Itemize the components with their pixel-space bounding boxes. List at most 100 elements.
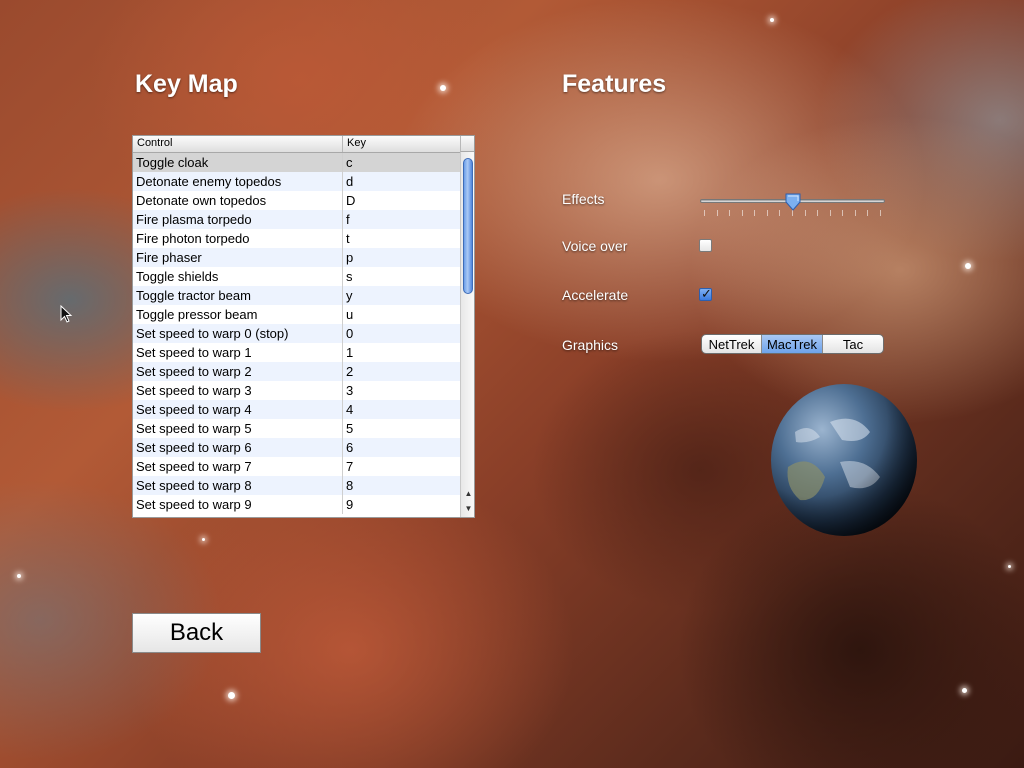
slider-ticks (704, 210, 881, 218)
key-cell: 9 (346, 497, 354, 512)
slider-tick (817, 210, 819, 216)
voice-over-checkbox[interactable] (699, 239, 712, 252)
table-row[interactable]: Set speed to warp 7 7 (133, 457, 460, 476)
control-cell: Set speed to warp 1 (136, 345, 252, 360)
control-cell: Detonate own topedos (136, 193, 267, 208)
key-cell: c (346, 155, 353, 170)
cell-divider (342, 267, 343, 286)
table-row[interactable]: Set speed to warp 6 6 (133, 438, 460, 457)
key-cell: 5 (346, 421, 354, 436)
mouse-cursor-icon (60, 305, 73, 323)
voice-over-label: Voice over (562, 238, 628, 254)
cell-divider (342, 495, 343, 514)
table-row[interactable]: Detonate enemy topedos d (133, 172, 460, 191)
star (965, 263, 971, 269)
control-cell: Set speed to warp 5 (136, 421, 252, 436)
table-row[interactable]: Toggle shields s (133, 267, 460, 286)
scroll-down-icon[interactable]: ▼ (464, 503, 473, 515)
planet-image (771, 384, 917, 536)
keymap-title: Key Map (135, 70, 238, 98)
accelerate-checkbox[interactable]: ✓ (699, 286, 712, 301)
table-row[interactable]: Set speed to warp 5 5 (133, 419, 460, 438)
cell-divider (342, 153, 343, 172)
vertical-scrollbar[interactable]: ▲ ▼ (460, 152, 474, 517)
table-row[interactable]: Fire phaser p (133, 248, 460, 267)
key-cell: s (346, 269, 353, 284)
keymap-table[interactable]: Control Key Toggle cloak c Detonate enemy … (132, 135, 475, 518)
table-row[interactable]: Set speed to warp 8 8 (133, 476, 460, 495)
graphics-option-mactrek[interactable]: MacTrek (762, 335, 823, 353)
control-cell: Set speed to warp 3 (136, 383, 252, 398)
control-cell: Fire photon torpedo (136, 231, 250, 246)
slider-tick (867, 210, 869, 216)
key-cell: D (346, 193, 356, 208)
cell-divider (342, 343, 343, 362)
key-cell: 2 (346, 364, 354, 379)
cell-divider (342, 438, 343, 457)
table-row[interactable]: Toggle cloak c (133, 153, 460, 172)
scrollbar-thumb[interactable] (463, 158, 473, 294)
cell-divider (342, 210, 343, 229)
table-row[interactable]: Set speed to warp 3 3 (133, 381, 460, 400)
control-cell: Set speed to warp 4 (136, 402, 252, 417)
cell-divider (342, 476, 343, 495)
key-cell: 3 (346, 383, 354, 398)
column-header-control[interactable]: Control (137, 137, 172, 149)
cell-divider (342, 305, 343, 324)
table-row[interactable]: Set speed to warp 2 2 (133, 362, 460, 381)
control-cell: Set speed to warp 9 (136, 497, 252, 512)
slider-tick (842, 210, 844, 216)
control-cell: Toggle shields (136, 269, 219, 284)
key-cell: 4 (346, 402, 354, 417)
cell-divider (342, 381, 343, 400)
control-cell: Set speed to warp 7 (136, 459, 252, 474)
slider-tick (804, 210, 806, 216)
slider-tick (854, 210, 856, 216)
checkmark-icon: ✓ (701, 286, 712, 301)
key-cell: y (346, 288, 353, 303)
table-row[interactable]: Toggle pressor beam u (133, 305, 460, 324)
control-cell: Set speed to warp 6 (136, 440, 252, 455)
graphics-option-nettrek[interactable]: NetTrek (702, 335, 762, 353)
slider-knob[interactable] (785, 193, 801, 211)
key-cell: 7 (346, 459, 354, 474)
key-cell: 8 (346, 478, 354, 493)
slider-tick (829, 210, 831, 216)
graphics-segmented-control: NetTrek MacTrek Tac (701, 334, 884, 354)
control-cell: Toggle tractor beam (136, 288, 251, 303)
cell-divider (342, 248, 343, 267)
key-cell: 6 (346, 440, 354, 455)
cell-divider (342, 400, 343, 419)
control-cell: Toggle pressor beam (136, 307, 258, 322)
effects-label: Effects (562, 191, 605, 207)
table-row[interactable]: Toggle tractor beam y (133, 286, 460, 305)
control-cell: Set speed to warp 0 (stop) (136, 326, 289, 341)
table-row[interactable]: Set speed to warp 9 9 (133, 495, 460, 514)
table-row[interactable]: Set speed to warp 1 1 (133, 343, 460, 362)
back-button[interactable]: Back (132, 613, 261, 653)
table-row[interactable]: Set speed to warp 0 (stop) 0 (133, 324, 460, 343)
star (770, 18, 774, 22)
table-row[interactable]: Fire photon torpedo t (133, 229, 460, 248)
scroll-up-icon[interactable]: ▲ (464, 488, 473, 500)
control-cell: Detonate enemy topedos (136, 174, 282, 189)
slider-tick (880, 210, 881, 216)
slider-tick (704, 210, 705, 216)
slider-tick (741, 210, 743, 216)
key-cell: u (346, 307, 354, 322)
column-header-key[interactable]: Key (347, 137, 366, 149)
cell-divider (342, 362, 343, 381)
table-row[interactable]: Set speed to warp 4 4 (133, 400, 460, 419)
column-divider (342, 136, 343, 152)
cell-divider (342, 286, 343, 305)
key-cell: 1 (346, 345, 354, 360)
table-row[interactable]: Fire plasma torpedo f (133, 210, 460, 229)
slider-tick (754, 210, 756, 216)
table-row[interactable]: Detonate own topedos D (133, 191, 460, 210)
cell-divider (342, 457, 343, 476)
cell-divider (342, 229, 343, 248)
cell-divider (342, 419, 343, 438)
graphics-option-tac[interactable]: Tac (823, 335, 883, 353)
star (202, 538, 205, 541)
slider-tick (716, 210, 718, 216)
